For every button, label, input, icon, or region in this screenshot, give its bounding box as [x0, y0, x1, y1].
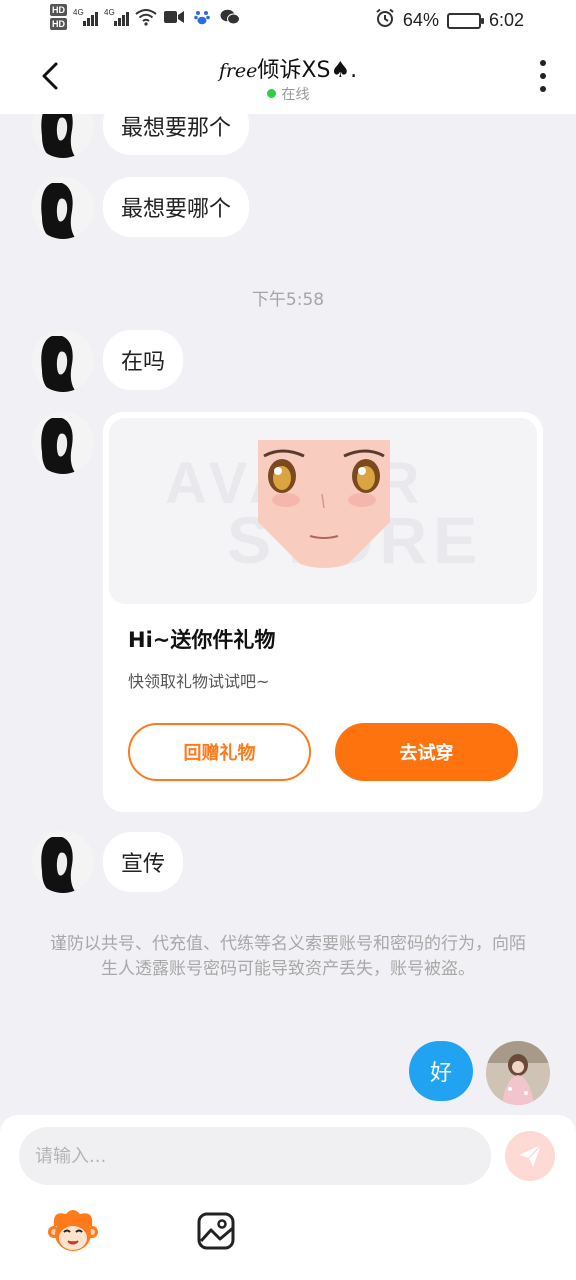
gift-card[interactable]: AVATAR STORE Hi~送你	[103, 412, 543, 812]
gift-title: Hi~送你件礼物	[128, 628, 276, 652]
message-input[interactable]	[19, 1127, 491, 1185]
dot-icon	[540, 86, 546, 92]
baidu-icon	[191, 8, 213, 26]
status-bar: HD HD 4G 4G 64% 6:02	[0, 0, 576, 40]
battery-percent: 64%	[402, 10, 439, 30]
message-bubble: 最想要那个	[103, 114, 250, 155]
monkey-mascot-icon	[48, 1210, 98, 1251]
chat-header: free倾诉XS♠. 在线	[0, 40, 576, 114]
anime-face-image	[258, 440, 390, 568]
title-text: 倾诉XS♠.	[257, 58, 358, 83]
contact-avatar[interactable]	[32, 177, 94, 239]
battery-icon	[446, 12, 484, 29]
gift-preview[interactable]: AVATAR STORE	[109, 418, 537, 604]
online-dot-icon	[266, 89, 276, 98]
send-icon	[519, 1144, 542, 1167]
my-message-bubble: 好	[409, 1041, 473, 1101]
contact-avatar[interactable]	[32, 412, 94, 474]
online-label: 在线	[281, 87, 310, 103]
title-script: free	[218, 60, 258, 82]
hd-badge: HD	[50, 18, 67, 30]
security-warning: 谨防以共号、代充值、代练等名义索要账号和密码的行为，向陌生人透露账号密码可能导致…	[50, 934, 526, 979]
signal-icon: 4G	[73, 8, 98, 26]
return-gift-button[interactable]: 回赠礼物	[128, 723, 311, 781]
contact-avatar[interactable]	[32, 831, 94, 893]
composer	[0, 1115, 576, 1280]
signal-icon: 4G	[104, 8, 129, 26]
contact-avatar[interactable]	[32, 114, 94, 158]
dot-icon	[540, 73, 546, 79]
chat-title: free倾诉XS♠.	[0, 52, 576, 84]
wechat-icon	[219, 8, 241, 26]
mascot-emoji-button[interactable]	[48, 1208, 98, 1254]
contact-avatar[interactable]	[32, 330, 94, 392]
message-timestamp: 下午5:58	[251, 290, 325, 310]
more-options-button[interactable]	[538, 60, 548, 92]
wifi-icon	[135, 8, 157, 26]
message-bubble: 最想要哪个	[103, 177, 250, 237]
video-icon	[163, 8, 185, 26]
dot-icon	[540, 60, 546, 66]
message-bubble: 宣传	[103, 832, 184, 892]
hd-badge: HD	[50, 4, 67, 16]
try-on-button[interactable]: 去试穿	[335, 723, 518, 781]
send-button[interactable]	[505, 1131, 555, 1181]
message-bubble: 在吗	[103, 330, 184, 390]
image-picker-button[interactable]	[196, 1211, 236, 1251]
alarm-icon	[375, 8, 395, 33]
message-list[interactable]: 最想要那个 最想要哪个 下午5:58 在吗 AVATAR STORE	[0, 114, 576, 1115]
clock: 6:02	[488, 10, 524, 30]
online-status: 在线	[0, 84, 576, 104]
image-icon	[197, 1212, 235, 1250]
my-avatar[interactable]	[486, 1041, 550, 1105]
gift-subtitle: 快领取礼物试试吧~	[128, 672, 270, 691]
